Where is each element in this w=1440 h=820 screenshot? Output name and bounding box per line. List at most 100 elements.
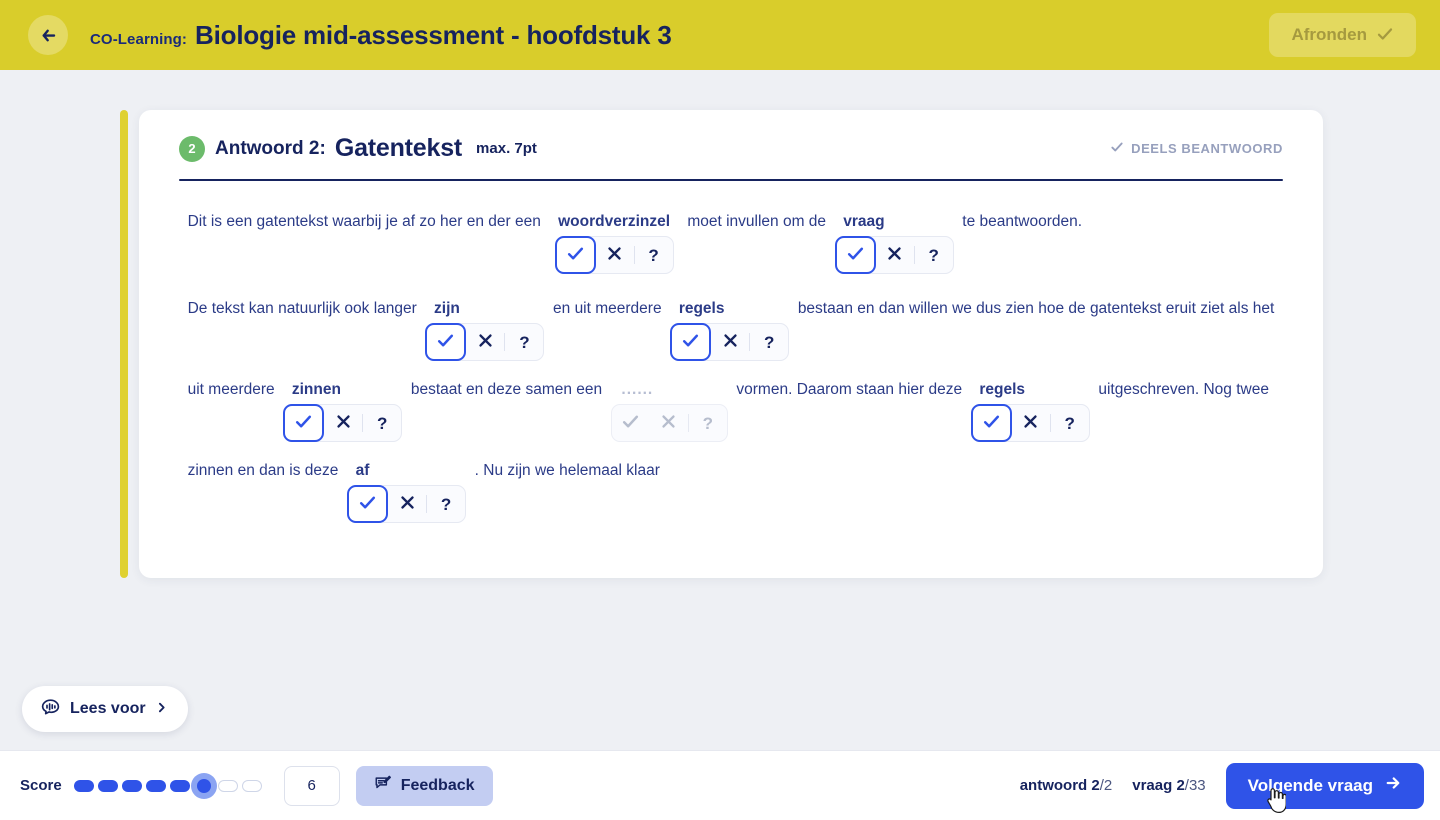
question-number-badge: 2 bbox=[179, 135, 205, 162]
check-icon bbox=[1110, 140, 1124, 157]
choice-incorrect-button[interactable] bbox=[1012, 404, 1050, 442]
score-slider[interactable] bbox=[73, 771, 266, 801]
choice-correct-button[interactable] bbox=[970, 404, 1012, 442]
choice-unknown-button[interactable]: ? bbox=[363, 404, 401, 442]
choice-incorrect-button[interactable] bbox=[876, 236, 914, 274]
score-pill[interactable] bbox=[217, 779, 238, 792]
score-pill[interactable] bbox=[169, 779, 190, 792]
feedback-button[interactable]: Feedback bbox=[355, 765, 493, 806]
score-pill[interactable] bbox=[97, 779, 118, 792]
cloze-gap-controls: ? bbox=[610, 404, 728, 450]
finish-button[interactable]: Afronden bbox=[1269, 13, 1416, 57]
cloze-gap-word: zinnen bbox=[283, 381, 350, 398]
cloze-text-segment: Dit is een gatentekst waarbij je af zo h… bbox=[179, 203, 550, 282]
cloze-text: vormen. Daarom staan hier deze bbox=[727, 381, 971, 398]
choice-correct-button[interactable] bbox=[554, 236, 596, 274]
cloze-text: bestaat en deze samen een bbox=[402, 381, 611, 398]
choice-incorrect-button[interactable] bbox=[388, 485, 426, 523]
card-header: 2 Antwoord 2: Gatentekst max. 7pt DEELS … bbox=[179, 134, 1283, 179]
next-question-label: Volgende vraag bbox=[1247, 775, 1373, 795]
score-pill[interactable] bbox=[121, 779, 142, 792]
cloze-text-segment: uitgeschreven. Nog twee bbox=[1090, 371, 1278, 450]
cloze-text-segment: uit meerdere bbox=[179, 371, 283, 450]
cloze-text: uit meerdere bbox=[179, 381, 284, 398]
check-icon bbox=[294, 412, 313, 434]
cloze-gap-controls: ? bbox=[425, 323, 545, 369]
cloze-text: . Nu zijn we helemaal klaar bbox=[466, 462, 669, 479]
cloze-gap-word: ...... bbox=[610, 381, 664, 398]
question-mark-icon: ? bbox=[928, 245, 939, 265]
cloze-gap-controls: ? bbox=[550, 236, 679, 282]
cloze-text: te beantwoorden. bbox=[953, 213, 1091, 230]
cloze-gap: zinnen ? bbox=[283, 371, 403, 450]
page-title: Biologie mid-assessment - hoofdstuk 3 bbox=[195, 19, 672, 50]
cloze-text-segment: bestaat en deze samen een bbox=[402, 371, 611, 450]
cross-icon bbox=[1022, 413, 1039, 433]
cloze-text-segment: te beantwoorden. bbox=[954, 203, 1091, 282]
chevron-right-icon bbox=[155, 701, 168, 717]
choice-correct-button[interactable] bbox=[834, 236, 876, 274]
answer-choice-group[interactable]: ? bbox=[670, 323, 790, 361]
cloze-text: en uit meerdere bbox=[544, 300, 671, 317]
speech-waveform-icon bbox=[40, 697, 61, 721]
cloze-gap-controls bbox=[179, 485, 347, 531]
choice-incorrect-button[interactable] bbox=[596, 236, 634, 274]
choice-correct-button[interactable] bbox=[347, 485, 389, 523]
status-badge: DEELS BEANTWOORD bbox=[1110, 140, 1283, 157]
choice-correct-button[interactable] bbox=[670, 323, 712, 361]
answer-choice-group[interactable]: ? bbox=[425, 323, 545, 361]
score-pill[interactable] bbox=[145, 779, 166, 792]
cloze-gap-controls bbox=[544, 323, 670, 369]
score-pill[interactable] bbox=[73, 779, 94, 792]
check-icon bbox=[436, 331, 455, 353]
header-title-group: CO-Learning: Biologie mid-assessment - h… bbox=[90, 20, 672, 51]
choice-incorrect-button[interactable] bbox=[324, 404, 362, 442]
answer-choice-group[interactable]: ? bbox=[834, 236, 954, 274]
score-pill[interactable] bbox=[241, 779, 262, 792]
cloze-text: moet invullen om de bbox=[678, 213, 835, 230]
cloze-gap: ...... ? bbox=[610, 371, 728, 450]
check-icon bbox=[1376, 25, 1394, 46]
cloze-gap-controls bbox=[789, 323, 1283, 369]
answer-counter: antwoord 2/2 bbox=[1020, 777, 1113, 794]
arrow-left-icon bbox=[39, 26, 58, 45]
answer-counter-total: /2 bbox=[1099, 777, 1113, 794]
choice-unknown-button[interactable]: ? bbox=[427, 485, 465, 523]
choice-unknown-button[interactable]: ? bbox=[915, 236, 953, 274]
cloze-text-body: Dit is een gatentekst waarbij je af zo h… bbox=[179, 181, 1283, 531]
cross-icon bbox=[335, 413, 352, 433]
cross-icon bbox=[660, 413, 677, 433]
next-question-button[interactable]: Volgende vraag bbox=[1225, 762, 1424, 809]
answer-choice-group[interactable]: ? bbox=[554, 236, 674, 274]
answer-choice-group[interactable]: ? bbox=[283, 404, 403, 442]
cloze-text: Dit is een gatentekst waarbij je af zo h… bbox=[179, 213, 550, 230]
choice-unknown-button[interactable]: ? bbox=[1051, 404, 1089, 442]
choice-correct-button[interactable] bbox=[425, 323, 467, 361]
read-aloud-button[interactable]: Lees voor bbox=[22, 686, 188, 732]
question-card-wrapper: 2 Antwoord 2: Gatentekst max. 7pt DEELS … bbox=[120, 110, 1323, 578]
back-button[interactable] bbox=[28, 15, 68, 55]
score-slider-handle[interactable] bbox=[190, 772, 217, 799]
question-counter-prefix: vraag bbox=[1132, 777, 1173, 794]
question-mark-icon: ? bbox=[702, 413, 713, 433]
cloze-gap-controls bbox=[954, 236, 1091, 282]
feedback-button-label: Feedback bbox=[400, 776, 475, 794]
cloze-text-segment: moet invullen om de bbox=[679, 203, 835, 282]
cloze-gap-controls bbox=[179, 404, 283, 450]
answer-choice-group[interactable]: ? bbox=[347, 485, 467, 523]
score-value-box[interactable]: 6 bbox=[283, 765, 340, 806]
cloze-gap: regels ? bbox=[970, 371, 1090, 450]
cloze-gap-word: woordverzinzel bbox=[549, 213, 679, 230]
choice-incorrect-button[interactable] bbox=[711, 323, 749, 361]
answer-choice-group: ? bbox=[610, 404, 728, 442]
choice-unknown-button[interactable]: ? bbox=[750, 323, 788, 361]
choice-incorrect-button[interactable] bbox=[466, 323, 504, 361]
choice-unknown-button[interactable]: ? bbox=[635, 236, 673, 274]
cloze-gap-controls bbox=[1090, 404, 1278, 450]
answer-choice-group[interactable]: ? bbox=[970, 404, 1090, 442]
choice-correct-button[interactable] bbox=[283, 404, 325, 442]
choice-unknown-button[interactable]: ? bbox=[505, 323, 543, 361]
cloze-gap-controls bbox=[466, 485, 668, 531]
cloze-line: De tekst kan natuurlijk ook langer zijn … bbox=[179, 290, 1283, 369]
cloze-gap-controls: ? bbox=[283, 404, 403, 450]
